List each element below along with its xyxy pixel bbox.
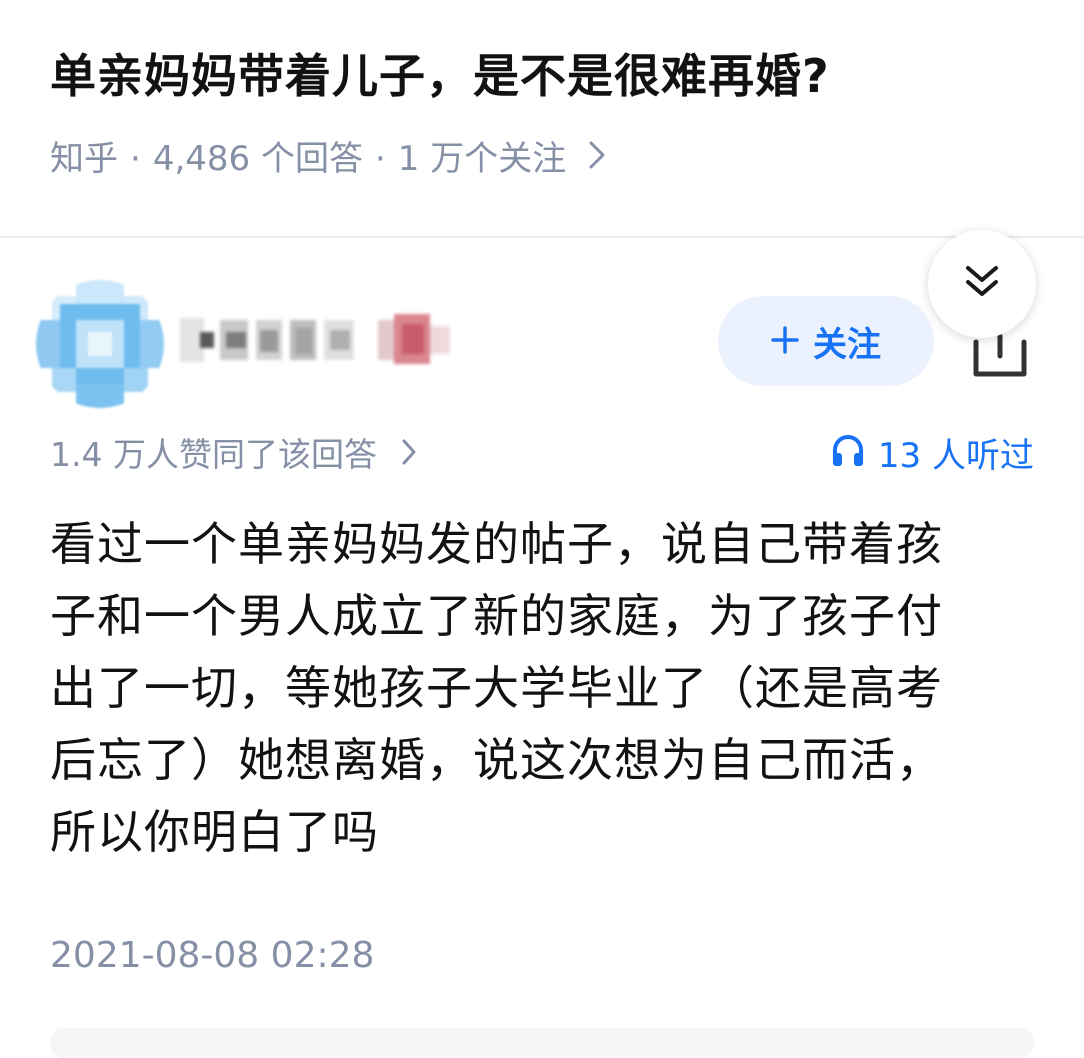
follow-button[interactable]: 关注 (718, 296, 934, 386)
author-row: 关注 (0, 262, 1084, 412)
vote-summary[interactable]: 1.4 万人赞同了该回答 (50, 432, 417, 478)
headphones-icon (830, 432, 866, 480)
question-title[interactable]: 单亲妈妈带着儿子，是不是很难再婚? (50, 40, 830, 112)
listen-button[interactable]: 13 人听过 (830, 432, 1034, 480)
bottom-comment-bar[interactable] (50, 1028, 1034, 1058)
meta-separator: · (374, 139, 386, 179)
meta-separator: · (130, 139, 141, 179)
answer-line: 子和一个男人成立了新的家庭，为了孩子付 (50, 589, 943, 643)
collapse-button[interactable] (928, 230, 1036, 338)
question-meta[interactable]: 知乎 · 4,486 个回答 · 1 万个关注 (50, 136, 606, 182)
answer-line: 所以你明白了吗 (50, 805, 379, 859)
chevron-right-icon (588, 136, 606, 182)
chevron-right-icon (401, 435, 417, 474)
double-chevron-down-icon (962, 262, 1002, 306)
answer-line: 看过一个单亲妈妈发的帖子，说自己带着孩 (50, 517, 943, 571)
answer-line: 后忘了）她想离婚，说这次想为自己而活， (50, 733, 943, 787)
source-label: 知乎 (50, 139, 118, 179)
answer-timestamp: 2021-08-08 02:28 (50, 935, 375, 976)
vote-count-text: 1.4 万人赞同了该回答 (50, 435, 377, 474)
listen-count: 13 人听过 (877, 436, 1034, 476)
author-name-blurred[interactable] (180, 310, 460, 370)
follow-label: 关注 (813, 324, 881, 365)
answer-body[interactable]: 看过一个单亲妈妈发的帖子，说自己带着孩 子和一个男人成立了新的家庭，为了孩子付 … (50, 508, 1040, 868)
answer-line: 出了一切，等她孩子大学毕业了（还是高考 (50, 661, 943, 715)
avatar[interactable] (36, 280, 164, 408)
divider (0, 236, 1084, 238)
answer-count: 4,486 个回答 (152, 139, 363, 179)
plus-icon (771, 321, 799, 361)
follower-count: 1 万个关注 (397, 139, 567, 179)
